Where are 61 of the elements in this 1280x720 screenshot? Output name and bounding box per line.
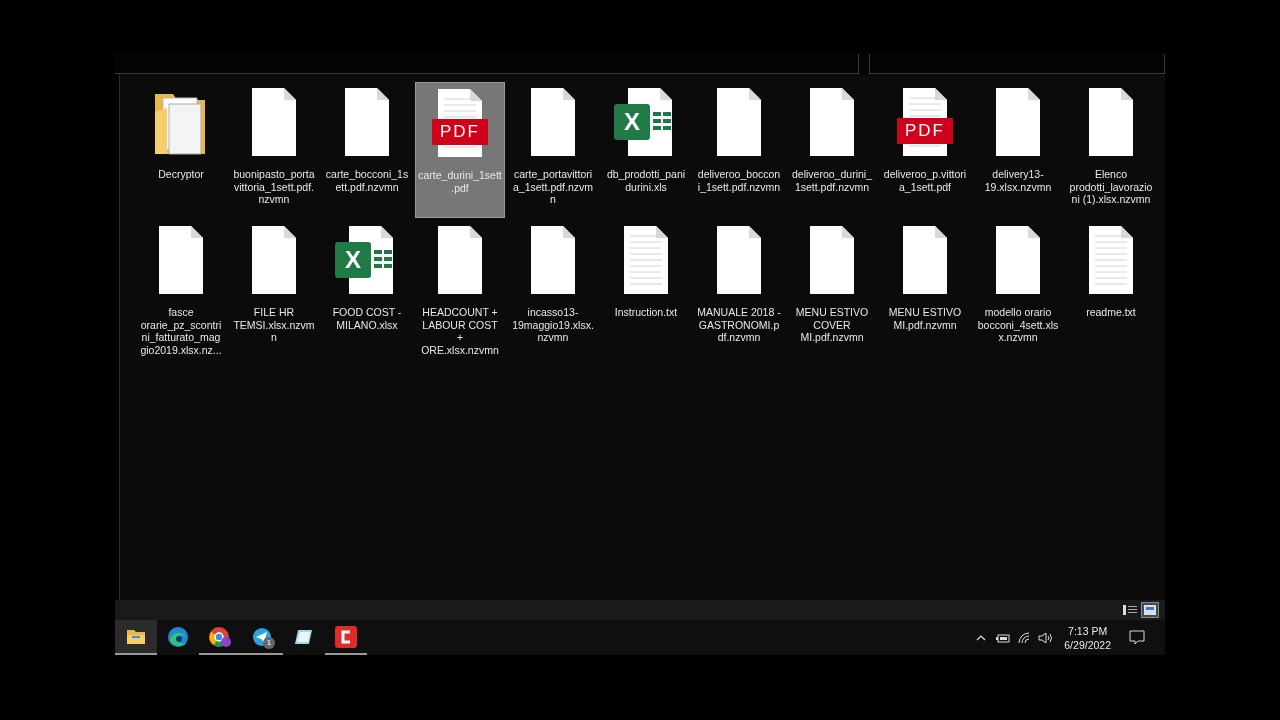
file-item[interactable]: carte_portavittoria_1sett.pdf.nzvmn	[508, 82, 598, 218]
file-item[interactable]: modello orario bocconi_4sett.xlsx.nzvmn	[973, 220, 1063, 356]
file-item[interactable]: fasce orarie_pz_scontrini_fatturato_maggio2019.xlsx.nz...	[136, 220, 226, 356]
file-name: carte_durini_1sett.pdf	[418, 169, 502, 194]
file-item[interactable]: incasso13-19maggio19.xlsx.nzvmn	[508, 220, 598, 356]
file-item[interactable]: MENU ESTIVO COVER MI.pdf.nzvmn	[787, 220, 877, 356]
file-name: buonipasto_portavittoria_1sett.pdf.nzvmn	[232, 168, 316, 206]
file-name: deliveroo_bocconi_1sett.pdf.nzvmn	[697, 168, 781, 193]
battery-icon[interactable]	[996, 632, 1011, 643]
folder-icon	[126, 627, 146, 646]
file-item[interactable]: PDF carte_durini_1sett.pdf	[415, 82, 505, 218]
file-name: deliveroo_durini_1sett.pdf.nzvmn	[791, 168, 873, 193]
file-name: readme.txt	[1085, 306, 1137, 319]
clock[interactable]: 7:13 PM 6/29/2022	[1064, 623, 1111, 652]
file-item[interactable]: MANUALE 2018 - GASTRONOMI.pdf.nzvmn	[694, 220, 784, 356]
browser-icon	[208, 625, 232, 648]
large-icons-view-button[interactable]	[1141, 602, 1159, 618]
file-name: fasce orarie_pz_scontrini_fatturato_maggio2019.xlsx.nz...	[139, 306, 223, 356]
file-name: Instruction.txt	[613, 306, 679, 319]
file-name: MENU ESTIVO COVER MI.pdf.nzvmn	[794, 306, 870, 344]
clock-time: 7:13 PM	[1068, 623, 1108, 638]
file-name: carte_portavittoria_1sett.pdf.nzvmn	[512, 168, 594, 206]
file-item[interactable]: PDF deliveroo_p.vittoria_1sett.pdf	[880, 82, 970, 218]
file-item[interactable]: Decryptor	[136, 82, 226, 218]
volume-icon[interactable]	[1038, 631, 1055, 644]
file-item[interactable]: X db_prodotti_panidurini.xls	[601, 82, 691, 218]
file-name: deliveroo_p.vittoria_1sett.pdf	[883, 168, 967, 193]
clock-date: 6/29/2022	[1064, 637, 1111, 652]
file-item[interactable]: deliveroo_durini_1sett.pdf.nzvmn	[787, 82, 877, 218]
file-item[interactable]: FILE HR TEMSI.xlsx.nzvmn	[229, 220, 319, 356]
file-item[interactable]: Instruction.txt	[601, 220, 691, 356]
file-item[interactable]: readme.txt	[1066, 220, 1156, 356]
notification-badge: 1	[263, 637, 275, 649]
file-item[interactable]: carte_bocconi_1sett.pdf.nzvmn	[322, 82, 412, 218]
notification-icon[interactable]	[1129, 630, 1145, 645]
file-name: delivery13-19.xlsx.nzvmn	[983, 168, 1053, 193]
browser-icon	[167, 625, 189, 648]
file-name: db_prodotti_panidurini.xls	[605, 168, 687, 193]
file-name: MENU ESTIVO MI.pdf.nzvmn	[887, 306, 963, 331]
file-name: Decryptor	[157, 168, 205, 181]
file-name: modello orario bocconi_4sett.xlsx.nzvmn	[976, 306, 1060, 344]
file-item[interactable]: MENU ESTIVO MI.pdf.nzvmn	[880, 220, 970, 356]
file-name: FILE HR TEMSI.xlsx.nzvmn	[232, 306, 316, 344]
details-view-button[interactable]	[1121, 602, 1139, 618]
file-name: carte_bocconi_1sett.pdf.nzvmn	[325, 168, 409, 193]
taskbar-button[interactable]: 1	[241, 620, 283, 655]
taskbar-button[interactable]	[115, 620, 157, 655]
app-icon	[335, 625, 357, 648]
file-item[interactable]: HEADCOUNT + LABOUR COST + ORE.xlsx.nzvmn	[415, 220, 505, 356]
file-name: Elenco prodotti_lavorazioni (1).xlsx.nzvmn	[1069, 168, 1153, 206]
file-item[interactable]: buonipasto_portavittoria_1sett.pdf.nzvmn	[229, 82, 319, 218]
file-item[interactable]: X FOOD COST - MILANO.xlsx	[322, 220, 412, 356]
wifi-icon[interactable]	[1018, 631, 1031, 644]
file-item[interactable]: Elenco prodotti_lavorazioni (1).xlsx.nzvmn	[1066, 82, 1156, 218]
file-name: FOOD COST - MILANO.xlsx	[331, 306, 403, 331]
file-name: MANUALE 2018 - GASTRONOMI.pdf.nzvmn	[697, 306, 781, 344]
file-item[interactable]: delivery13-19.xlsx.nzvmn	[973, 82, 1063, 218]
file-name: HEADCOUNT + LABOUR COST + ORE.xlsx.nzvmn	[420, 306, 500, 356]
file-item[interactable]: deliveroo_bocconi_1sett.pdf.nzvmn	[694, 82, 784, 218]
chevron-up-icon[interactable]	[976, 634, 987, 641]
file-name: incasso13-19maggio19.xlsx.nzvmn	[511, 306, 595, 344]
